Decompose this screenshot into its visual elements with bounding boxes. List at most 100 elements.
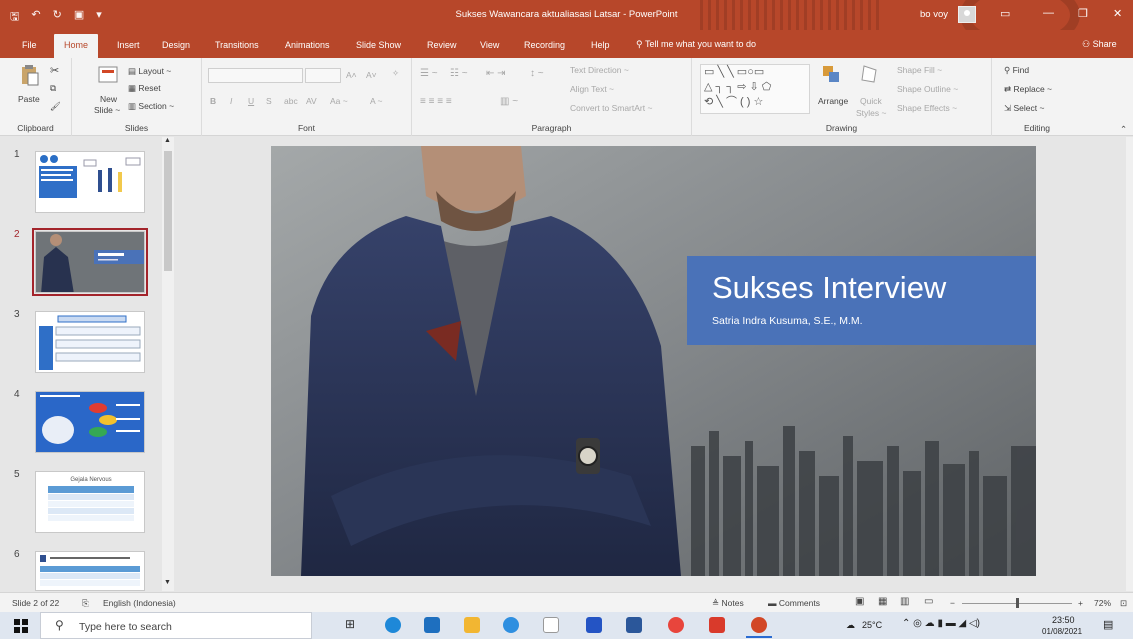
- slide-thumbnail-6[interactable]: [35, 551, 145, 591]
- slide-thumbnail-5[interactable]: Gejala Nervous: [35, 471, 145, 533]
- mail-icon[interactable]: [424, 617, 440, 633]
- replace-button[interactable]: ⇄ Replace ~: [1004, 84, 1052, 95]
- slide-thumbnail-4[interactable]: [35, 391, 145, 453]
- zoom-out-icon[interactable]: −: [950, 598, 955, 608]
- edge-icon[interactable]: [385, 617, 401, 633]
- tab-design[interactable]: Design: [162, 40, 190, 50]
- zoom-level[interactable]: 72%: [1094, 598, 1111, 608]
- convert-smartart-button[interactable]: Convert to SmartArt ~: [570, 103, 652, 113]
- word-icon[interactable]: [626, 617, 642, 633]
- scrollbar-thumb[interactable]: [164, 151, 172, 271]
- collapse-ribbon-icon[interactable]: ⌃: [1120, 124, 1127, 135]
- tab-review[interactable]: Review: [427, 40, 457, 50]
- file-explorer-icon[interactable]: [464, 617, 480, 633]
- paste-icon[interactable]: [20, 64, 40, 86]
- maximize-icon[interactable]: ❐: [1078, 7, 1088, 20]
- shape-effects-button[interactable]: Shape Effects ~: [897, 103, 957, 113]
- notifications-icon[interactable]: ▤: [1103, 618, 1113, 631]
- bullets-icon[interactable]: ☰ ~: [420, 68, 438, 79]
- slide-sorter-icon[interactable]: ▦: [878, 596, 887, 607]
- italic-icon[interactable]: I: [230, 96, 232, 106]
- arrange-icon[interactable]: [822, 64, 842, 86]
- ribbon-display-icon[interactable]: ▭: [1000, 7, 1010, 20]
- slide-canvas[interactable]: Sukses Interview Satria Indra Kusuma, S.…: [271, 146, 1036, 576]
- font-name-combo[interactable]: [208, 68, 303, 83]
- pdf-reader-icon[interactable]: [709, 617, 725, 633]
- char-spacing-icon[interactable]: AV: [306, 96, 317, 106]
- powerpoint-icon[interactable]: [751, 617, 767, 633]
- paste-button[interactable]: Paste: [18, 94, 40, 104]
- arrange-button[interactable]: Arrange: [818, 96, 848, 106]
- copy-icon[interactable]: ⧉: [50, 83, 56, 94]
- bold-icon[interactable]: B: [210, 96, 216, 106]
- tab-animations[interactable]: Animations: [285, 40, 330, 50]
- shape-fill-button[interactable]: Shape Fill ~: [897, 65, 942, 75]
- cut-icon[interactable]: ✂: [50, 64, 59, 77]
- comments-button[interactable]: ▬ Comments: [768, 598, 820, 608]
- new-slide-dropdown[interactable]: Slide ~: [94, 105, 120, 115]
- close-icon[interactable]: ✕: [1113, 7, 1122, 20]
- zoom-app-icon[interactable]: [586, 617, 602, 633]
- indent-icon[interactable]: ⇤ ⇥: [486, 68, 506, 79]
- chrome-icon[interactable]: [668, 617, 684, 633]
- section-button[interactable]: ▥ Section ~: [128, 101, 174, 112]
- taskbar-search-box[interactable]: ⚲ Type here to search: [40, 612, 312, 639]
- quick-styles-icon[interactable]: [860, 64, 880, 86]
- tab-transitions[interactable]: Transitions: [215, 40, 259, 50]
- avatar[interactable]: [958, 6, 976, 23]
- quick-styles-dropdown[interactable]: Styles ~: [856, 108, 886, 118]
- user-name[interactable]: bo voy: [920, 9, 948, 20]
- format-painter-icon[interactable]: 🖌: [50, 101, 61, 112]
- font-color-icon[interactable]: A ~: [370, 96, 383, 106]
- new-slide-button[interactable]: New: [100, 94, 117, 104]
- shape-outline-button[interactable]: Shape Outline ~: [897, 84, 958, 94]
- tab-home[interactable]: Home: [54, 34, 99, 58]
- select-button[interactable]: ⇲ Select ~: [1004, 103, 1044, 114]
- strikethrough-icon[interactable]: abc: [284, 96, 298, 106]
- shadow-icon[interactable]: S: [266, 96, 272, 106]
- reset-button[interactable]: ▦ Reset: [128, 83, 161, 94]
- font-size-combo[interactable]: [305, 68, 341, 83]
- main-scrollbar[interactable]: [1126, 137, 1133, 591]
- tab-recording[interactable]: Recording: [524, 40, 565, 50]
- share-button[interactable]: ⚇ Share: [1082, 39, 1117, 50]
- task-view-icon[interactable]: ⊞: [345, 617, 361, 633]
- language-status[interactable]: English (Indonesia): [103, 598, 176, 608]
- slideshow-view-icon[interactable]: ▭: [924, 596, 933, 607]
- zoom-slider-thumb[interactable]: [1016, 598, 1019, 608]
- document-icon[interactable]: [543, 617, 559, 633]
- zoom-in-icon[interactable]: +: [1078, 598, 1083, 608]
- slide-thumbnail-3[interactable]: [35, 311, 145, 373]
- tab-slide-show[interactable]: Slide Show: [356, 40, 401, 50]
- scroll-down-icon[interactable]: ▼: [164, 579, 171, 586]
- clock-date[interactable]: 01/08/2021: [1042, 627, 1082, 636]
- windows-start-icon[interactable]: [14, 619, 28, 633]
- normal-view-icon[interactable]: ▣: [855, 596, 864, 607]
- clear-format-icon[interactable]: ✧: [392, 68, 399, 79]
- line-spacing-icon[interactable]: ↕ ~: [530, 68, 544, 79]
- shapes-gallery[interactable]: ▭ ╲ ╲ ▭○▭ △ ┐ ┐ ⇨ ⇩ ⬠ ⟲ ╲ ⌒ ( ) ☆: [700, 64, 810, 114]
- find-button[interactable]: ⚲ Find: [1004, 65, 1029, 76]
- new-slide-icon[interactable]: [98, 64, 118, 86]
- tell-me-search[interactable]: ⚲ Tell me what you want to do: [636, 39, 756, 50]
- scroll-up-icon[interactable]: ▲: [164, 137, 171, 144]
- layout-button[interactable]: ▤ Layout ~: [128, 66, 171, 77]
- temperature[interactable]: 25°C: [862, 620, 882, 630]
- change-case-icon[interactable]: Aa ~: [330, 96, 348, 106]
- reading-view-icon[interactable]: ▥: [900, 596, 909, 607]
- thumbnails-scrollbar[interactable]: ▲ ▼: [162, 137, 174, 591]
- minimize-icon[interactable]: —: [1043, 7, 1054, 19]
- slide-title[interactable]: Sukses Interview: [712, 270, 946, 306]
- clock-time[interactable]: 23:50: [1052, 615, 1075, 625]
- notes-button[interactable]: ≜ Notes: [712, 598, 744, 609]
- tab-insert[interactable]: Insert: [117, 40, 140, 50]
- quick-styles-button[interactable]: Quick: [860, 96, 882, 106]
- columns-icon[interactable]: ▥ ~: [500, 96, 518, 107]
- tab-view[interactable]: View: [480, 40, 499, 50]
- slide-thumbnail-2[interactable]: [32, 228, 148, 296]
- tray-icons[interactable]: ⌃ ◎ ☁ ▮ ▬ ◢ ◁): [902, 618, 980, 629]
- tab-file[interactable]: File: [22, 40, 37, 50]
- slide-thumbnail-1[interactable]: [35, 151, 145, 213]
- tab-help[interactable]: Help: [591, 40, 610, 50]
- title-placeholder[interactable]: Sukses Interview Satria Indra Kusuma, S.…: [687, 256, 1036, 345]
